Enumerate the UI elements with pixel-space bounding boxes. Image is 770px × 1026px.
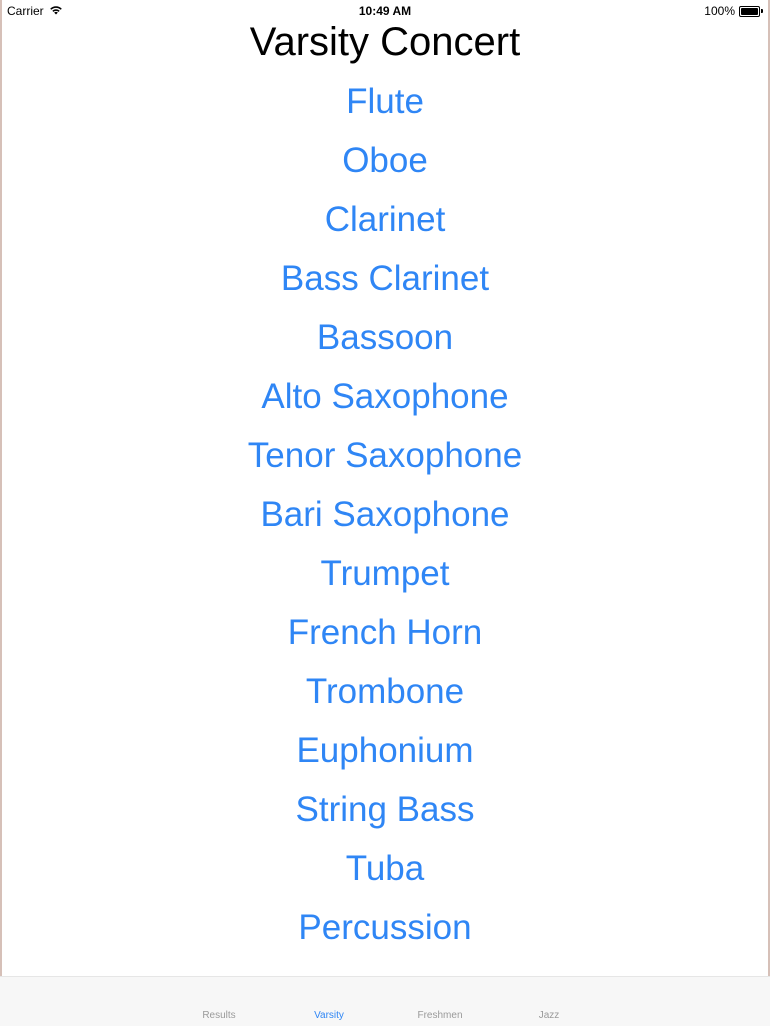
tab-varsity[interactable]: Varsity [314,1010,344,1022]
list-item: Euphonium [0,721,770,780]
tab-freshmen[interactable]: Freshmen [417,1010,462,1022]
list-item: Trombone [0,662,770,721]
list-item: Flute [0,72,770,131]
instrument-list: Flute Oboe Clarinet Bass Clarinet Bassoo… [0,72,770,957]
battery-icon [739,5,763,17]
instrument-button-alto-saxophone[interactable]: Alto Saxophone [261,375,508,419]
instrument-button-tuba[interactable]: Tuba [346,847,424,891]
app-screen: Carrier 10:49 AM 100% Varsity Concert Fl… [0,0,770,1026]
instrument-button-bassoon[interactable]: Bassoon [317,316,453,360]
instrument-button-percussion[interactable]: Percussion [298,906,471,950]
page-title: Varsity Concert [249,20,521,64]
instrument-button-euphonium[interactable]: Euphonium [296,729,473,773]
instrument-button-trombone[interactable]: Trombone [306,670,464,714]
instrument-button-french-horn[interactable]: French Horn [288,611,483,655]
list-item: Tuba [0,839,770,898]
instrument-button-trumpet[interactable]: Trumpet [320,552,449,596]
instrument-button-oboe[interactable]: Oboe [342,139,428,183]
instrument-button-bari-saxophone[interactable]: Bari Saxophone [260,493,509,537]
list-item: Alto Saxophone [0,367,770,426]
list-item: Bassoon [0,308,770,367]
instrument-button-string-bass[interactable]: String Bass [296,788,475,832]
instrument-button-flute[interactable]: Flute [346,80,424,124]
list-item: Bass Clarinet [0,249,770,308]
battery-fill [741,7,759,15]
tab-results[interactable]: Results [202,1010,235,1022]
list-item: Bari Saxophone [0,485,770,544]
list-item: Percussion [0,898,770,957]
battery-body [739,5,761,17]
tab-bar: Results Varsity Freshmen Jazz [0,976,770,1026]
list-item: French Horn [0,603,770,662]
tab-jazz[interactable]: Jazz [539,1010,560,1022]
list-item: Oboe [0,131,770,190]
instrument-button-bass-clarinet[interactable]: Bass Clarinet [281,257,489,301]
instrument-button-tenor-saxophone[interactable]: Tenor Saxophone [248,434,522,478]
list-item: Trumpet [0,544,770,603]
list-item: String Bass [0,780,770,839]
list-item: Tenor Saxophone [0,426,770,485]
battery-tip [761,9,763,13]
list-item: Clarinet [0,190,770,249]
instrument-button-clarinet[interactable]: Clarinet [325,198,446,242]
